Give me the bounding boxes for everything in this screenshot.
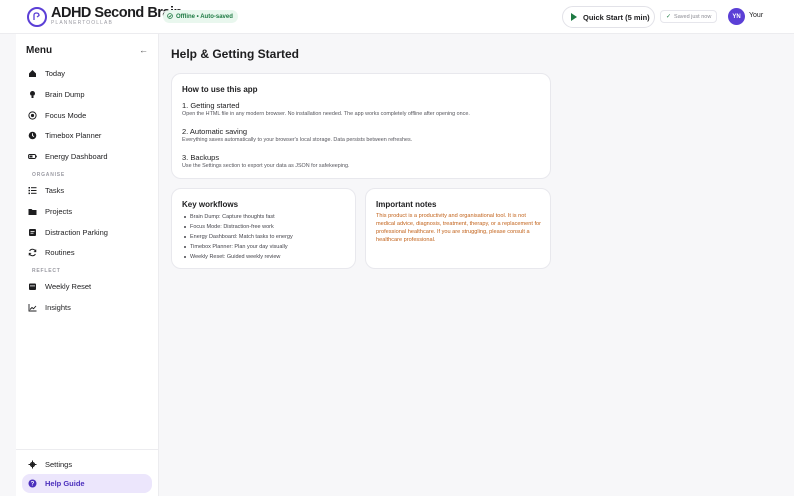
sidebar-item-label: Focus Mode <box>45 111 87 120</box>
refresh-icon <box>28 248 37 257</box>
gear-icon <box>28 460 37 469</box>
sidebar: Menu ← Today Brain Dump Focus Mode Timeb… <box>16 34 159 496</box>
list-item: Brain Dump: Capture thoughts fast <box>184 212 293 222</box>
sidebar-item-label: Insights <box>45 303 71 312</box>
sidebar-item-label: Projects <box>45 207 73 216</box>
clock-icon <box>28 131 37 140</box>
list-icon <box>28 186 37 195</box>
sidebar-item-weekly-reset[interactable]: Weekly Reset <box>22 277 152 296</box>
chart-icon <box>28 303 37 312</box>
saved-status-label: Saved just now <box>674 13 712 20</box>
sidebar-item-label: Timebox Planner <box>45 131 102 140</box>
card-heading: How to use this app <box>182 85 258 94</box>
sidebar-item-label: Distraction Parking <box>45 228 108 237</box>
sidebar-item-label: Brain Dump <box>45 90 85 99</box>
battery-icon <box>28 152 37 161</box>
how-to-card: How to use this app 1. Getting started O… <box>171 73 551 179</box>
sidebar-item-projects[interactable]: Projects <box>22 202 152 221</box>
sidebar-item-insights[interactable]: Insights <box>22 298 152 317</box>
step-description: Open the HTML file in any modern browser… <box>182 111 470 117</box>
step-title: 3. Backups <box>182 153 220 162</box>
list-item: Focus Mode: Distraction-free work <box>184 222 293 232</box>
sidebar-item-label: Settings <box>45 460 73 469</box>
sidebar-item-energy-dashboard[interactable]: Energy Dashboard <box>22 147 152 166</box>
sidebar-item-timebox-planner[interactable]: Timebox Planner <box>22 126 152 145</box>
list-item: Timebox Planner: Plan your day visually <box>184 242 293 252</box>
step-description: Everything saves automatically to your b… <box>182 137 413 143</box>
sidebar-divider <box>16 449 159 450</box>
sidebar-item-label: Today <box>45 69 66 78</box>
sidebar-item-distraction-parking[interactable]: Distraction Parking <box>22 223 152 242</box>
section-label-organise: ORGANISE <box>32 172 66 178</box>
arrow-left-icon: ← <box>139 45 148 55</box>
workflows-list: Brain Dump: Capture thoughts fast Focus … <box>184 212 293 262</box>
calendar-icon <box>28 282 37 291</box>
disclaimer-text: This product is a productivity and organ… <box>376 213 541 243</box>
sidebar-item-today[interactable]: Today <box>22 64 152 83</box>
play-icon <box>571 13 577 21</box>
app-header: ADHD Second Brain PLANNERTOOLLAB Offline… <box>0 0 794 34</box>
list-item: Energy Dashboard: Match tasks to energy <box>184 232 293 242</box>
card-heading: Important notes <box>376 200 437 209</box>
sidebar-item-label: Tasks <box>45 186 65 195</box>
help-icon: ? <box>28 479 37 488</box>
app-title: ADHD Second Brain <box>51 5 182 21</box>
user-name[interactable]: Your <box>749 12 763 19</box>
svg-text:?: ? <box>31 482 35 488</box>
quick-start-label: Quick Start (5 min) <box>583 12 650 22</box>
sidebar-item-label: Energy Dashboard <box>45 152 108 161</box>
page-title: Help & Getting Started <box>171 47 300 61</box>
section-label-reflect: REFLECT <box>32 268 61 274</box>
sidebar-item-label: Help Guide <box>45 479 85 488</box>
sidebar-item-routines[interactable]: Routines <box>22 243 152 262</box>
card-heading: Key workflows <box>182 200 239 209</box>
avatar[interactable]: YN <box>728 8 745 25</box>
check-icon: ✓ <box>666 14 672 20</box>
key-workflows-card: Key workflows Brain Dump: Capture though… <box>171 188 356 269</box>
offline-status-label: Offline • Auto-saved <box>176 13 233 20</box>
list-item: Weekly Reset: Guided weekly review <box>184 252 293 262</box>
step-title: 1. Getting started <box>182 101 240 110</box>
offline-status-badge: Offline • Auto-saved <box>163 10 238 23</box>
quick-start-button[interactable]: Quick Start (5 min) <box>562 6 655 28</box>
check-icon <box>167 12 173 21</box>
brain-logo-icon <box>27 7 47 27</box>
sidebar-item-label: Weekly Reset <box>45 282 92 291</box>
step-title: 2. Automatic saving <box>182 127 248 136</box>
app-subtitle: PLANNERTOOLLAB <box>51 20 113 26</box>
sidebar-item-label: Routines <box>45 248 75 257</box>
step-description: Use the Settings section to export your … <box>182 163 350 169</box>
home-icon <box>28 69 37 78</box>
sidebar-item-focus-mode[interactable]: Focus Mode <box>22 106 152 125</box>
target-icon <box>28 111 37 120</box>
note-icon <box>28 228 37 237</box>
collapse-sidebar-button[interactable]: ← <box>139 45 148 55</box>
saved-status: ✓ Saved just now <box>660 10 718 23</box>
sidebar-item-settings[interactable]: Settings <box>22 455 152 474</box>
menu-title: Menu <box>26 45 53 56</box>
folder-icon <box>28 207 37 216</box>
sidebar-item-help-guide[interactable]: ? Help Guide <box>22 474 152 493</box>
important-notes-card: Important notes This product is a produc… <box>365 188 551 269</box>
lightbulb-icon <box>28 90 37 99</box>
sidebar-item-tasks[interactable]: Tasks <box>22 181 152 200</box>
sidebar-item-brain-dump[interactable]: Brain Dump <box>22 85 152 104</box>
